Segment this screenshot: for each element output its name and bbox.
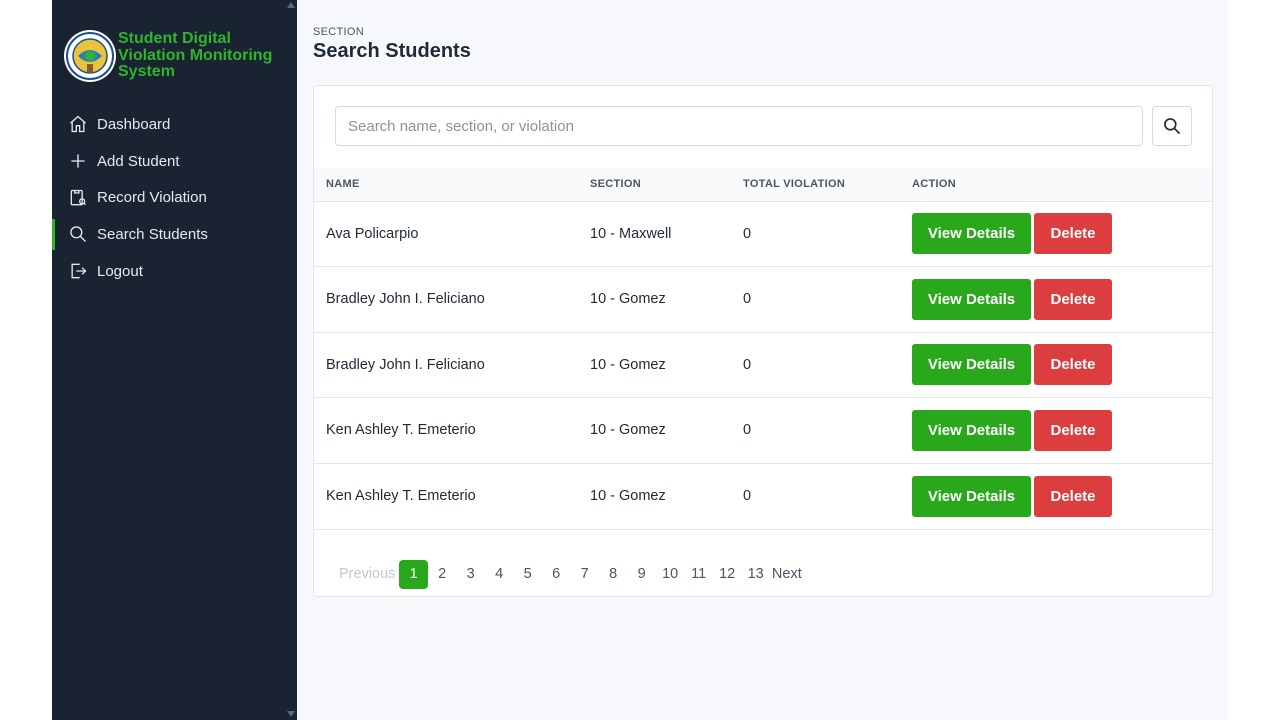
pagination-page-1[interactable]: 1 bbox=[399, 559, 428, 589]
view-details-button[interactable]: View Details bbox=[912, 213, 1031, 255]
sidebar-item-label: Dashboard bbox=[97, 115, 171, 133]
pagination-previous[interactable]: Previous bbox=[339, 566, 395, 582]
column-header-section: SECTION bbox=[578, 168, 731, 201]
pagination-page-6[interactable]: 6 bbox=[542, 566, 571, 582]
brand: Student Digital Violation Monitoring Sys… bbox=[52, 0, 297, 92]
students-table: NAME SECTION TOTAL VIOLATION ACTION Ava … bbox=[314, 168, 1212, 529]
pagination-page-12[interactable]: 12 bbox=[713, 566, 742, 582]
cell-total-violation: 0 bbox=[731, 462, 900, 529]
pagination-page-5[interactable]: 5 bbox=[513, 566, 542, 582]
app-window: Student Digital Violation Monitoring Sys… bbox=[52, 0, 1228, 720]
table-row: Ken Ashley T. Emeterio 10 - Gomez 0 View… bbox=[314, 397, 1212, 463]
cell-name: Ken Ashley T. Emeterio bbox=[314, 397, 578, 463]
cell-action: View Details Delete bbox=[900, 331, 1212, 398]
cell-section: 10 - Maxwell bbox=[578, 200, 731, 267]
delete-button[interactable]: Delete bbox=[1034, 278, 1112, 320]
pagination-page-8[interactable]: 8 bbox=[599, 566, 628, 582]
column-header-action: ACTION bbox=[900, 168, 1212, 201]
sidebar-item-label: Add Student bbox=[97, 152, 180, 170]
column-header-total-violation: TOTAL VIOLATION bbox=[731, 168, 900, 201]
pagination: Previous 1 2 3 4 5 6 7 8 9 10 11 12 13 N… bbox=[314, 528, 1212, 599]
cell-total-violation: 0 bbox=[731, 200, 900, 267]
page-title: Search Students bbox=[313, 40, 471, 62]
view-details-button[interactable]: View Details bbox=[912, 409, 1031, 451]
delete-button[interactable]: Delete bbox=[1034, 409, 1112, 451]
sidebar-item-record-violation[interactable]: Record Violation bbox=[52, 179, 297, 216]
cell-name: Ava Policarpio bbox=[314, 200, 578, 267]
search-icon bbox=[70, 226, 86, 243]
record-icon bbox=[70, 189, 86, 206]
cell-total-violation: 0 bbox=[731, 266, 900, 332]
logout-icon bbox=[71, 263, 87, 279]
view-details-button[interactable]: View Details bbox=[912, 344, 1031, 386]
pagination-page-3[interactable]: 3 bbox=[456, 566, 485, 582]
pagination-page-7[interactable]: 7 bbox=[570, 566, 599, 582]
students-card: NAME SECTION TOTAL VIOLATION ACTION Ava … bbox=[313, 85, 1213, 597]
search-icon bbox=[1164, 118, 1181, 135]
cell-section: 10 - Gomez bbox=[578, 462, 731, 529]
sidebar-item-search-students[interactable]: Search Students bbox=[52, 216, 297, 253]
sidebar-item-label: Search Students bbox=[97, 225, 208, 243]
cell-action: View Details Delete bbox=[900, 200, 1212, 267]
table-row: Bradley John I. Feliciano 10 - Gomez 0 V… bbox=[314, 266, 1212, 332]
table-header-row: NAME SECTION TOTAL VIOLATION ACTION bbox=[314, 168, 1212, 201]
column-header-name: NAME bbox=[314, 168, 578, 201]
sidebar-item-logout[interactable]: Logout bbox=[52, 253, 297, 290]
table-row: Ava Policarpio 10 - Maxwell 0 View Detai… bbox=[314, 200, 1212, 267]
cell-section: 10 - Gomez bbox=[578, 266, 731, 332]
school-seal-logo bbox=[64, 30, 116, 82]
cell-name: Ken Ashley T. Emeterio bbox=[314, 462, 578, 529]
cell-total-violation: 0 bbox=[731, 397, 900, 463]
cell-action: View Details Delete bbox=[900, 266, 1212, 332]
pagination-page-2[interactable]: 2 bbox=[428, 566, 457, 582]
scroll-up-arrow-icon[interactable] bbox=[287, 2, 295, 8]
pagination-page-9[interactable]: 9 bbox=[627, 566, 656, 582]
cell-action: View Details Delete bbox=[900, 397, 1212, 463]
main-content: SECTION Search Students NAME SECTION TOT… bbox=[297, 0, 1228, 720]
sidebar: Student Digital Violation Monitoring Sys… bbox=[52, 0, 297, 720]
delete-button[interactable]: Delete bbox=[1034, 344, 1112, 386]
view-details-button[interactable]: View Details bbox=[912, 278, 1031, 320]
delete-button[interactable]: Delete bbox=[1034, 475, 1112, 517]
pagination-page-11[interactable]: 11 bbox=[684, 566, 713, 582]
cell-action: View Details Delete bbox=[900, 462, 1212, 529]
pagination-page-10[interactable]: 10 bbox=[656, 566, 685, 582]
cell-section: 10 - Gomez bbox=[578, 331, 731, 398]
cell-total-violation: 0 bbox=[731, 331, 900, 398]
view-details-button[interactable]: View Details bbox=[912, 475, 1031, 517]
sidebar-item-label: Logout bbox=[97, 262, 143, 280]
search-input[interactable] bbox=[335, 106, 1144, 146]
cell-section: 10 - Gomez bbox=[578, 397, 731, 463]
section-label: SECTION bbox=[313, 26, 364, 38]
pagination-page-13[interactable]: 13 bbox=[741, 566, 770, 582]
cell-name: Bradley John I. Feliciano bbox=[314, 331, 578, 398]
table-row: Ken Ashley T. Emeterio 10 - Gomez 0 View… bbox=[314, 462, 1212, 529]
sidebar-nav: Dashboard Add Student Record Violation S… bbox=[52, 106, 297, 289]
delete-button[interactable]: Delete bbox=[1034, 213, 1112, 255]
cell-name: Bradley John I. Feliciano bbox=[314, 266, 578, 332]
table-row: Bradley John I. Feliciano 10 - Gomez 0 V… bbox=[314, 331, 1212, 398]
sidebar-item-dashboard[interactable]: Dashboard bbox=[52, 106, 297, 143]
home-icon bbox=[70, 115, 86, 133]
app-title: Student Digital Violation Monitoring Sys… bbox=[118, 30, 273, 81]
plus-icon bbox=[71, 154, 85, 168]
search-button[interactable] bbox=[1152, 106, 1192, 146]
search-bar bbox=[314, 86, 1212, 146]
scroll-down-arrow-icon[interactable] bbox=[287, 711, 295, 717]
pagination-page-4[interactable]: 4 bbox=[485, 566, 514, 582]
sidebar-item-add-student[interactable]: Add Student bbox=[52, 143, 297, 180]
sidebar-item-label: Record Violation bbox=[97, 189, 207, 207]
pagination-next[interactable]: Next bbox=[772, 566, 802, 582]
